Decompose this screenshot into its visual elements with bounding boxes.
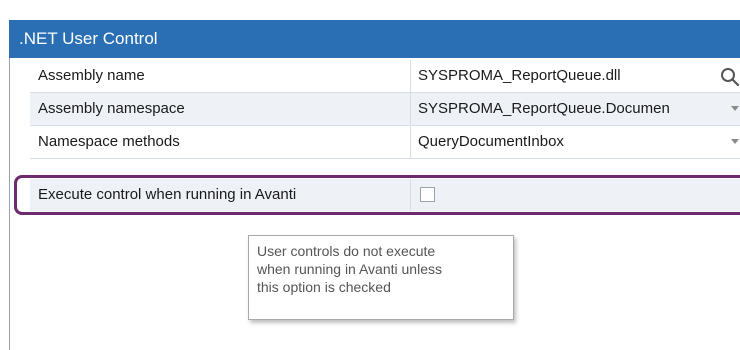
- tooltip: User controls do not execute when runnin…: [248, 235, 514, 320]
- panel-left-border: [9, 20, 10, 350]
- property-value: SYSPROMA_ReportQueue.Documen: [418, 100, 670, 117]
- highlight-outline: [14, 175, 740, 215]
- row-divider: [30, 158, 740, 159]
- top-strip: [0, 0, 740, 18]
- tooltip-line: User controls do not execute: [257, 243, 436, 259]
- assembly-name-field[interactable]: SYSPROMA_ReportQueue.dll: [410, 60, 740, 92]
- search-icon[interactable]: [719, 66, 740, 88]
- panel-header: .NET User Control: [9, 20, 740, 58]
- tooltip-line: when running in Avanti unless: [257, 261, 442, 277]
- chevron-down-icon[interactable]: [731, 106, 739, 111]
- assembly-namespace-dropdown[interactable]: SYSPROMA_ReportQueue.Documen: [410, 93, 740, 125]
- property-row-assembly-name[interactable]: Assembly name SYSPROMA_ReportQueue.dll: [30, 60, 740, 92]
- namespace-methods-dropdown[interactable]: QueryDocumentInbox: [410, 126, 740, 158]
- property-label: Namespace methods: [38, 133, 180, 150]
- property-value: SYSPROMA_ReportQueue.dll: [418, 67, 621, 84]
- property-row-namespace-methods[interactable]: Namespace methods QueryDocumentInbox: [30, 126, 740, 158]
- property-row-assembly-namespace[interactable]: Assembly namespace SYSPROMA_ReportQueue.…: [30, 93, 740, 125]
- panel-title: .NET User Control: [19, 29, 158, 48]
- tooltip-line: this option is checked: [257, 279, 391, 295]
- property-value: QueryDocumentInbox: [418, 133, 564, 150]
- property-label: Assembly name: [38, 67, 145, 84]
- chevron-down-icon[interactable]: [731, 139, 739, 144]
- property-label: Assembly namespace: [38, 100, 185, 117]
